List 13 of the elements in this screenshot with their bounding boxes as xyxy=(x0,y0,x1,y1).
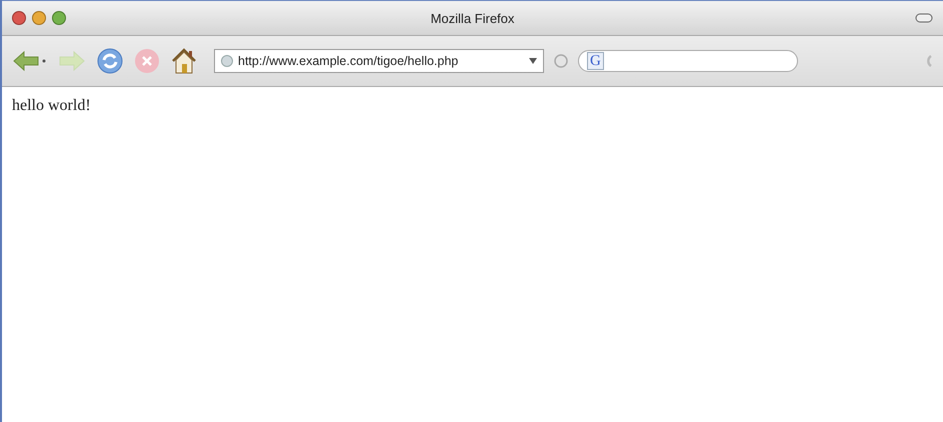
search-field[interactable]: G xyxy=(578,50,798,72)
dropdown-caret-icon[interactable] xyxy=(42,59,46,63)
home-icon[interactable] xyxy=(170,47,198,75)
address-field[interactable]: http://www.example.com/tigoe/hello.php xyxy=(214,49,544,73)
reload-icon[interactable] xyxy=(96,47,124,75)
toolbar-toggle-icon[interactable] xyxy=(915,12,933,24)
globe-icon xyxy=(221,55,233,67)
zoom-icon[interactable] xyxy=(52,11,66,25)
minimize-icon[interactable] xyxy=(32,11,46,25)
dropdown-arrow-icon[interactable] xyxy=(529,58,537,64)
close-icon[interactable] xyxy=(12,11,26,25)
window-title: Mozilla Firefox xyxy=(430,10,514,26)
page-text: hello world! xyxy=(12,97,91,114)
